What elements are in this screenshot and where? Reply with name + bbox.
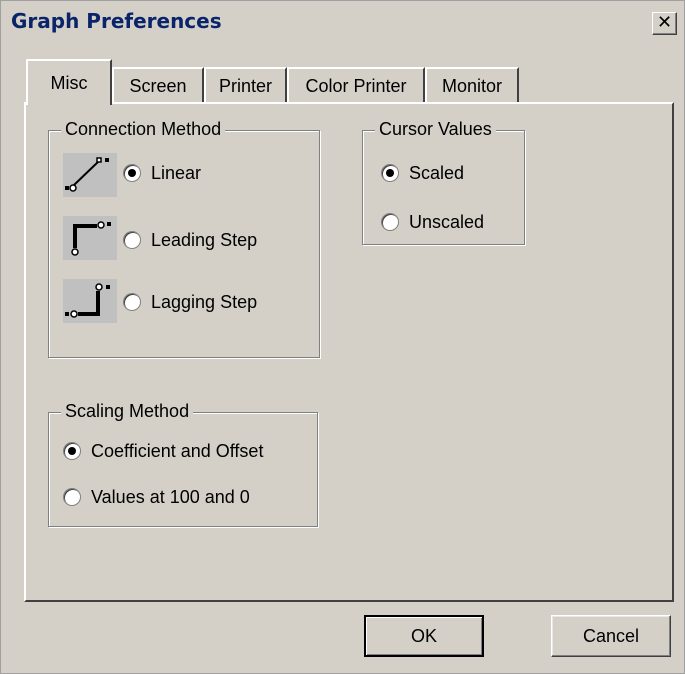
- scaled-radio[interactable]: Scaled: [381, 161, 464, 185]
- lagging-step-radio[interactable]: Lagging Step: [123, 290, 257, 314]
- linear-label: Linear: [151, 162, 202, 183]
- linear-radio[interactable]: Linear: [123, 161, 201, 185]
- unscaled-radio-button[interactable]: [381, 213, 399, 231]
- title-bar[interactable]: Graph Preferences ✕: [1, 1, 684, 43]
- tab-screen[interactable]: Screen: [112, 67, 204, 103]
- leading-step-radio-button[interactable]: [123, 231, 141, 249]
- connection-method-legend: Connection Method: [61, 119, 226, 140]
- lagging-step-radio-button[interactable]: [123, 293, 141, 311]
- cursor-values-group: Cursor Values Scaled Unscaled: [362, 119, 525, 245]
- coefficient-and-offset-radio-button[interactable]: [63, 442, 81, 460]
- tab-printer-label: Printer: [218, 76, 272, 96]
- close-icon: ✕: [656, 12, 673, 33]
- values-at-100-and-0-radio-button[interactable]: [63, 488, 81, 506]
- linear-connection-icon: [63, 153, 117, 197]
- unscaled-radio[interactable]: Unscaled: [381, 210, 484, 234]
- leading-step-icon: [63, 216, 117, 260]
- lagging-step-label: Lagging Step: [151, 291, 258, 312]
- graph-preferences-dialog: Graph Preferences ✕ Misc Screen Printer …: [0, 0, 685, 674]
- connection-method-group: Connection Method Linear Leading Step La…: [48, 119, 320, 358]
- misc-tab-panel: Connection Method Linear Leading Step La…: [24, 102, 674, 602]
- leading-step-label: Leading Step: [151, 229, 258, 250]
- window-title: Graph Preferences: [11, 9, 222, 33]
- unscaled-label: Unscaled: [409, 211, 485, 232]
- tab-misc-label: Misc: [50, 73, 88, 93]
- tab-color-printer-label: Color Printer: [305, 76, 407, 96]
- scaled-radio-button[interactable]: [381, 164, 399, 182]
- tab-color-printer[interactable]: Color Printer: [287, 67, 425, 103]
- close-button[interactable]: ✕: [652, 12, 677, 35]
- linear-radio-button[interactable]: [123, 164, 141, 182]
- tab-monitor-label: Monitor: [441, 76, 503, 96]
- leading-step-radio[interactable]: Leading Step: [123, 228, 257, 252]
- values-at-100-and-0-radio[interactable]: Values at 100 and 0: [63, 485, 250, 509]
- lagging-step-icon: [63, 279, 117, 323]
- tab-screen-label: Screen: [129, 76, 187, 96]
- scaled-label: Scaled: [409, 162, 465, 183]
- cancel-button[interactable]: Cancel: [551, 615, 671, 657]
- scaling-method-legend: Scaling Method: [61, 401, 194, 422]
- cursor-values-legend: Cursor Values: [375, 119, 496, 140]
- ok-button[interactable]: OK: [364, 615, 484, 657]
- values-at-100-and-0-label: Values at 100 and 0: [91, 486, 250, 507]
- coefficient-and-offset-label: Coefficient and Offset: [91, 440, 264, 461]
- scaling-method-group: Scaling Method Coefficient and Offset Va…: [48, 401, 318, 527]
- tab-misc[interactable]: Misc: [26, 59, 112, 105]
- tab-monitor[interactable]: Monitor: [425, 67, 519, 103]
- coefficient-and-offset-radio[interactable]: Coefficient and Offset: [63, 439, 263, 463]
- tab-printer[interactable]: Printer: [204, 67, 287, 103]
